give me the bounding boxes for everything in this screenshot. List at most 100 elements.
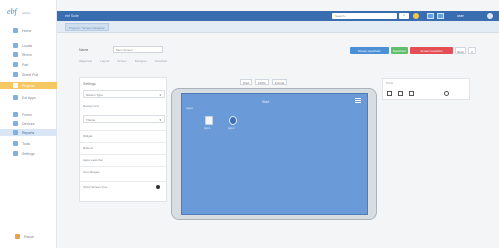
sidebar-item-reports[interactable]: Reports <box>0 129 57 136</box>
sidebar-item-label: Locals <box>22 43 33 48</box>
home-icon <box>13 28 18 33</box>
image-icon[interactable] <box>398 91 403 96</box>
forms-icon <box>13 112 18 117</box>
grid-icon <box>13 62 18 67</box>
toggle-icon[interactable] <box>156 185 160 189</box>
preview-toolbar: iPad 100% Portrait <box>240 79 288 85</box>
sidebar-item-label: Settings <box>22 151 35 156</box>
settings-icon <box>13 151 18 156</box>
screen-subtitle: Apps <box>186 106 193 110</box>
device-select[interactable]: iPad <box>240 79 253 85</box>
tablet-screen[interactable] <box>181 93 368 215</box>
save-button[interactable]: Speichern <box>391 47 408 54</box>
tools-panel: Tools <box>382 78 470 100</box>
sidebar-item-devices[interactable]: Devices <box>0 120 57 127</box>
sidebar-item-label: Ext Apps <box>22 95 36 100</box>
app-title: ebf Suite <box>65 14 79 18</box>
tools-icons <box>387 91 414 96</box>
tools-title: Tools <box>386 81 394 85</box>
sidebar-item-label: Sheet Pull <box>22 72 38 77</box>
sidebar-item-label: Reports <box>22 130 35 135</box>
search-input[interactable]: Search... <box>332 13 397 19</box>
sidebar-item-label: Projects <box>22 83 35 88</box>
person-icon[interactable] <box>444 91 449 96</box>
tab-layout[interactable]: Layout <box>100 59 109 63</box>
app-label: App 2 <box>228 127 235 130</box>
user-name[interactable]: user <box>457 14 464 18</box>
back-button[interactable]: Back <box>455 47 466 54</box>
publish-button[interactable]: Screen speichern <box>350 47 389 54</box>
settings-row-apps-launcher[interactable]: Apps Launcher <box>80 154 166 164</box>
layout-icon[interactable] <box>409 91 414 96</box>
document-icon[interactable] <box>205 116 213 125</box>
settings-row-widget[interactable]: Widget <box>80 130 166 140</box>
settings-panel: Settings Screen Type ▾ Background Theme ▾ … <box>79 77 167 202</box>
theme-value: Theme <box>86 118 96 122</box>
sidebar-item-label: Forms <box>22 112 32 117</box>
tab-designer[interactable]: Designer <box>135 59 147 63</box>
screen-type-select[interactable]: Screen Type ▾ <box>83 90 165 98</box>
tab-general[interactable]: Allgemein <box>79 59 92 63</box>
zoom-select[interactable]: 100% <box>255 79 269 85</box>
top-bar: ebf Suite Search... v user <box>57 11 499 21</box>
menu-icon[interactable] <box>355 98 361 103</box>
row-label: Buttons <box>83 146 94 150</box>
reports-icon <box>13 130 18 135</box>
sidebar-item-sheet-pull[interactable]: Sheet Pull <box>0 71 57 78</box>
logo-subtext: reiltion <box>22 11 31 15</box>
row-label: Icon Shapes <box>83 170 100 174</box>
sidebar-item-rivers[interactable]: Rivers <box>0 51 57 58</box>
window-icon[interactable] <box>437 13 444 19</box>
close-button[interactable]: X <box>468 47 476 54</box>
sidebar-item-home[interactable]: Home <box>0 27 57 34</box>
folder-icon <box>13 52 18 57</box>
sidebar-item-label: Rivers <box>22 52 32 57</box>
settings-app-icon[interactable] <box>229 116 237 125</box>
sidebar-item-projects[interactable]: Projects <box>0 82 57 89</box>
breadcrumb[interactable]: Projects / Screen Designer <box>65 23 109 31</box>
sidebar: ebf reiltion Home Locals Rivers Part She… <box>0 0 57 248</box>
devices-icon <box>13 121 18 126</box>
apps-icon <box>13 95 18 100</box>
save-icon[interactable] <box>387 91 392 96</box>
orientation-select[interactable]: Portrait <box>271 79 288 85</box>
tab-screen[interactable]: Screen <box>117 59 127 63</box>
search-dropdown[interactable]: v <box>399 13 409 19</box>
sidebar-item-settings[interactable]: Settings <box>0 150 57 157</box>
row-label: Apps Launcher <box>83 158 104 162</box>
sidebar-item-forms[interactable]: Forms <box>0 111 57 118</box>
row-label: Widget <box>83 134 93 138</box>
sheet-icon <box>13 72 18 77</box>
breadcrumb-bar: Projects / Screen Designer <box>57 21 499 33</box>
name-label: Name <box>79 48 89 52</box>
pause-icon <box>15 234 20 239</box>
sidebar-item-ext-apps[interactable]: Ext Apps <box>0 94 57 101</box>
app-label: App 1 <box>204 127 211 130</box>
logo[interactable]: ebf reiltion <box>7 7 49 16</box>
sidebar-item-tools[interactable]: Tools <box>0 140 57 147</box>
help-icon[interactable] <box>487 13 493 19</box>
settings-row-buttons[interactable]: Buttons <box>80 142 166 152</box>
name-field[interactable]: Mein Screen <box>113 46 163 53</box>
screen-type-value: Screen Type <box>86 93 103 97</box>
sidebar-item-part[interactable]: Part <box>0 61 57 68</box>
sidebar-item-label: Devices <box>22 121 35 126</box>
settings-row-icon-shapes[interactable]: Icon Shapes <box>80 166 166 176</box>
grid-apps-icon[interactable] <box>427 13 434 19</box>
logo-text: ebf <box>7 7 17 16</box>
row-label: Show Screen Icon <box>83 185 108 189</box>
sidebar-item-label: Tools <box>22 141 31 146</box>
theme-select[interactable]: Theme ▾ <box>83 115 165 123</box>
sidebar-pause[interactable]: Pause <box>15 234 34 239</box>
chevron-down-icon: ▾ <box>159 93 161 97</box>
sidebar-item-label: Part <box>22 62 29 67</box>
settings-title: Settings <box>83 82 96 86</box>
settings-row-show-screen-icon[interactable]: Show Screen Icon <box>80 181 166 191</box>
sidebar-item-locals[interactable]: Locals <box>0 42 57 49</box>
screen-title: Start <box>262 100 270 104</box>
notification-icon[interactable] <box>413 13 419 19</box>
chevron-down-icon: ▾ <box>159 118 161 122</box>
projects-icon <box>13 83 18 88</box>
delete-button[interactable]: Screen loeschen <box>410 47 453 54</box>
tab-preview[interactable]: Vorschau <box>155 59 168 63</box>
